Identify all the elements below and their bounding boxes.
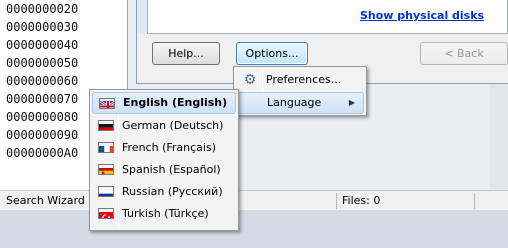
language-label: French (Français) bbox=[122, 141, 216, 154]
menu-item-label: Language bbox=[267, 96, 322, 109]
language-label: English (English) bbox=[123, 96, 228, 109]
gear-icon: ⚙ bbox=[243, 72, 257, 88]
hex-offset-line: 0000000030 bbox=[6, 20, 79, 34]
language-item-turkish[interactable]: Turkish (Türkçe) bbox=[92, 203, 236, 225]
language-item-english[interactable]: English (English) bbox=[92, 92, 236, 114]
uk-flag-icon bbox=[99, 98, 115, 109]
germany-flag-icon bbox=[98, 120, 114, 131]
show-physical-disks-link[interactable]: Show physical disks bbox=[360, 9, 484, 22]
france-flag-icon bbox=[98, 142, 114, 153]
language-item-french[interactable]: French (Français) bbox=[92, 137, 236, 159]
hex-offset-line: 0000000080 bbox=[6, 110, 79, 124]
spain-flag-icon bbox=[98, 164, 114, 175]
hex-offset-line: 0000000090 bbox=[6, 128, 79, 142]
submenu-arrow-icon: ▶ bbox=[348, 98, 355, 107]
russia-flag-icon bbox=[98, 186, 114, 197]
menu-item-language[interactable]: Language ▶ bbox=[236, 92, 364, 114]
menu-item-label: Preferences... bbox=[266, 73, 342, 86]
status-separator bbox=[336, 193, 337, 209]
status-search-wizard: Search Wizard i bbox=[6, 194, 92, 207]
hex-offset-line: 00000000A0 bbox=[6, 146, 79, 160]
language-label: Spanish (Español) bbox=[122, 163, 221, 176]
side-strip bbox=[490, 84, 508, 190]
back-button[interactable]: < Back bbox=[420, 42, 508, 65]
hex-offset-line: 0000000040 bbox=[6, 38, 79, 52]
options-menu: ⚙ Preferences... Language ▶ bbox=[233, 66, 367, 116]
help-button[interactable]: Help... bbox=[152, 42, 220, 65]
language-item-german[interactable]: German (Deutsch) bbox=[92, 115, 236, 137]
options-button[interactable]: Options... bbox=[236, 42, 308, 65]
status-separator bbox=[474, 193, 475, 209]
turkey-flag-icon bbox=[98, 208, 114, 219]
hex-offset-line: 0000000050 bbox=[6, 56, 79, 70]
language-item-russian[interactable]: Russian (Русский) bbox=[92, 181, 236, 203]
language-label: Turkish (Türkçe) bbox=[122, 207, 209, 220]
language-menu: English (English) German (Deutsch) Frenc… bbox=[89, 89, 239, 231]
hex-offset-line: 0000000060 bbox=[6, 74, 79, 88]
language-item-spanish[interactable]: Spanish (Español) bbox=[92, 159, 236, 181]
taskbar-area bbox=[0, 210, 508, 248]
language-label: Russian (Русский) bbox=[122, 185, 223, 198]
hex-offset-line: 0000000020 bbox=[6, 2, 79, 16]
language-label: German (Deutsch) bbox=[122, 119, 224, 132]
status-bar: Search Wizard i Files: 0 bbox=[0, 190, 508, 210]
hex-offset-line: 0000000070 bbox=[6, 92, 79, 106]
status-files-count: Files: 0 bbox=[342, 194, 381, 207]
menu-item-preferences[interactable]: ⚙ Preferences... bbox=[236, 69, 364, 91]
